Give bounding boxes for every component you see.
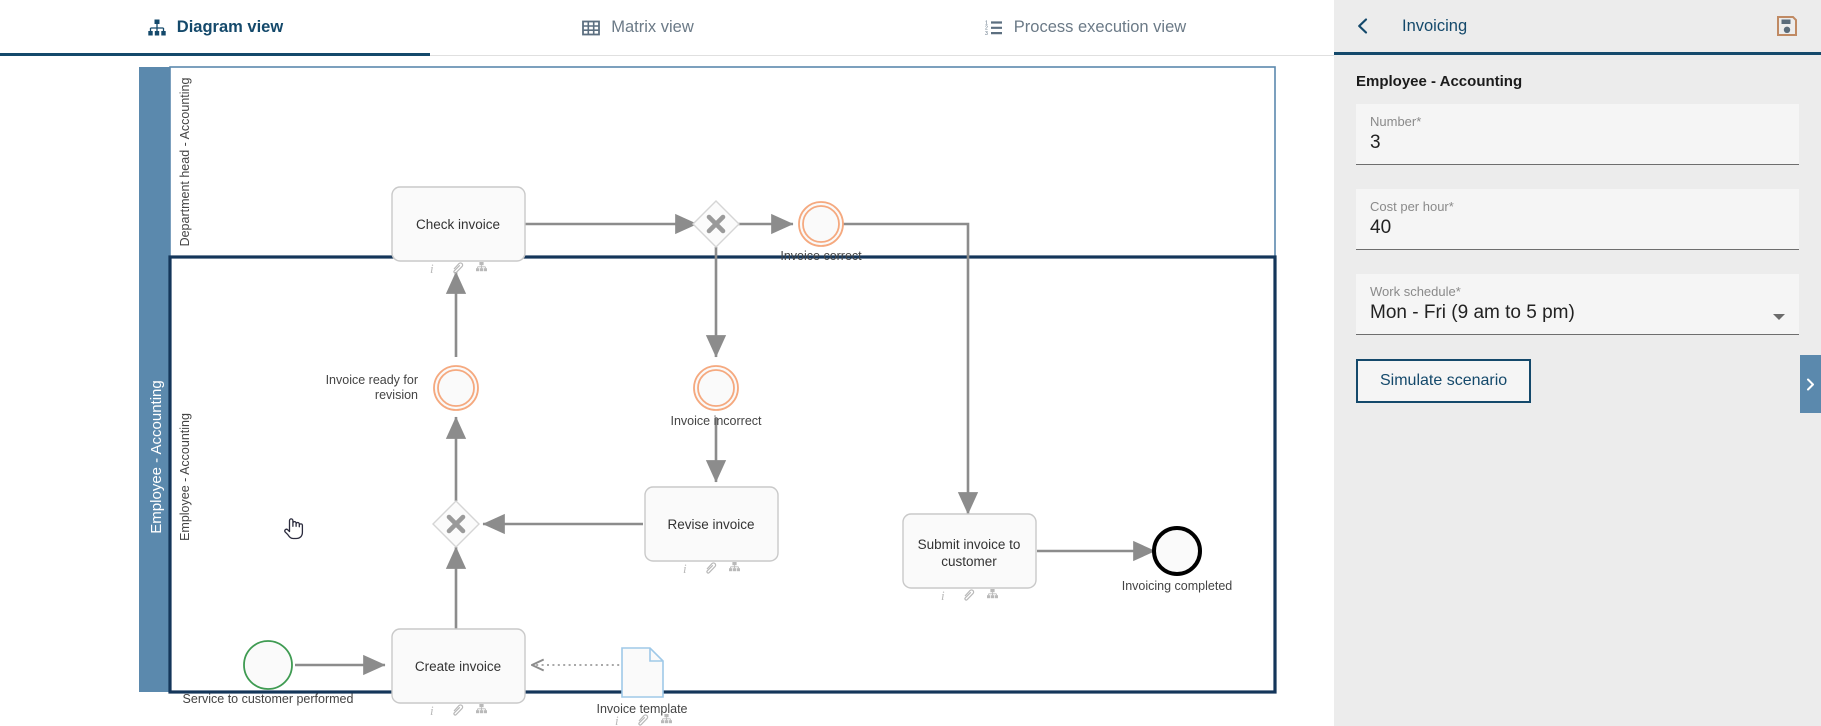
svg-text:3: 3	[985, 31, 988, 37]
grid-icon	[581, 18, 601, 38]
node-markers[interactable]: i	[430, 703, 487, 718]
node-label: Invoice template	[596, 702, 687, 716]
bpmn-diagram[interactable]: Employee - Accounting Department head - …	[0, 57, 1334, 726]
tab-process-execution-view[interactable]: 1 2 3 Process execution view	[845, 0, 1325, 56]
cost-per-hour-field[interactable]: Cost per hour* 40	[1356, 189, 1799, 250]
lane-label-department-head: Department head - Accounting	[178, 78, 192, 247]
numbered-list-icon: 1 2 3	[984, 18, 1004, 38]
main-content-area: Diagram view Matrix view 1 2 3 Process e…	[0, 0, 1334, 726]
simulate-scenario-button[interactable]: Simulate scenario	[1356, 359, 1532, 403]
node-label: Invoice correct	[780, 249, 862, 263]
org-chart-icon	[147, 18, 167, 38]
chevron-right-icon	[1807, 378, 1814, 390]
node-label: Invoicing completed	[1122, 579, 1233, 593]
save-button[interactable]	[1775, 14, 1799, 38]
tab-label: Process execution view	[1013, 18, 1187, 36]
node-label-line2: revision	[375, 388, 418, 402]
properties-panel: Invoicing Employee - Accounting Number* …	[1334, 0, 1821, 726]
panel-header: Invoicing	[1334, 0, 1821, 55]
attachment-icon	[453, 704, 464, 716]
info-icon: i	[430, 703, 434, 718]
info-icon: i	[683, 561, 687, 576]
field-label: Cost per hour*	[1370, 199, 1454, 214]
chevron-down-icon[interactable]	[1773, 314, 1785, 320]
field-value: Mon - Fri (9 am to 5 pm)	[1370, 302, 1575, 323]
node-label-line1: Invoice ready for	[326, 373, 418, 387]
panel-title: Invoicing	[1402, 16, 1468, 35]
tab-label: Diagram view	[176, 18, 284, 36]
field-label: Work schedule*	[1370, 284, 1461, 299]
field-value: 3	[1370, 132, 1381, 153]
number-field[interactable]: Number* 3	[1356, 104, 1799, 165]
field-label: Number*	[1370, 114, 1422, 129]
node-label: Create invoice	[415, 659, 501, 674]
view-tabbar: Diagram view Matrix view 1 2 3 Process e…	[0, 0, 1334, 56]
lane-employee-accounting[interactable]	[168, 255, 1277, 694]
node-label: Invoice incorrect	[670, 414, 762, 428]
node-label: Service to customer performed	[183, 692, 354, 706]
attachment-icon	[638, 714, 649, 726]
node-label: Revise invoice	[667, 517, 754, 532]
field-value: 40	[1370, 217, 1392, 238]
node-label-line1: Submit invoice to	[918, 537, 1021, 552]
panel-collapse-handle[interactable]	[1800, 355, 1821, 413]
lane-label-employee-accounting: Employee - Accounting	[178, 413, 192, 541]
node-create-invoice[interactable]: Create invoice i	[391, 628, 526, 718]
save-floppy-icon	[1777, 16, 1797, 36]
info-icon: i	[615, 713, 619, 726]
panel-section-title: Employee - Accounting	[1356, 73, 1523, 90]
back-button[interactable]	[1334, 0, 1392, 54]
pool-label: Employee - Accounting	[148, 380, 165, 533]
work-schedule-select[interactable]: Work schedule* Mon - Fri (9 am to 5 pm)	[1356, 274, 1799, 335]
application-root: Diagram view Matrix view 1 2 3 Process e…	[0, 0, 1821, 726]
chevron-left-icon	[1358, 18, 1368, 34]
info-icon: i	[430, 261, 434, 276]
node-label-line2: customer	[941, 554, 997, 569]
diagram-canvas[interactable]: Employee - Accounting Department head - …	[0, 57, 1334, 726]
info-icon: i	[941, 588, 945, 603]
pool-header-bar[interactable]	[139, 67, 170, 692]
panel-body: Employee - Accounting Number* 3 Cost per…	[1334, 55, 1821, 403]
tab-diagram-view[interactable]: Diagram view	[0, 0, 430, 56]
tab-label: Matrix view	[611, 18, 694, 36]
node-label: Check invoice	[416, 217, 500, 232]
tab-matrix-view[interactable]: Matrix view	[430, 0, 845, 56]
org-chart-icon	[476, 704, 487, 714]
